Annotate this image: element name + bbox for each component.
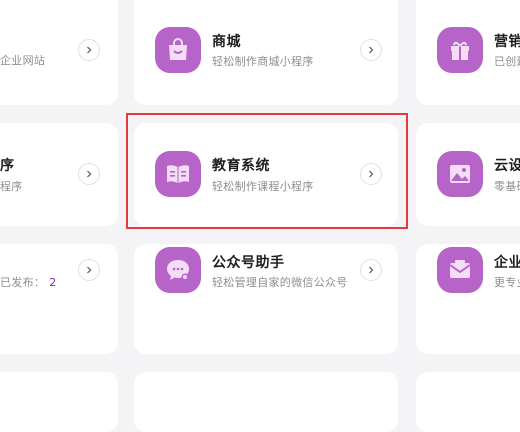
card-left-mid[interactable]: 序 程序 xyxy=(0,123,118,226)
publish-count: 2 xyxy=(49,276,57,289)
chevron-right-icon[interactable] xyxy=(360,39,382,61)
card-subtitle: 轻松制作课程小程序 xyxy=(212,180,314,193)
image-icon xyxy=(437,151,483,197)
card-subtitle: 更专业 xyxy=(494,276,520,289)
card-website[interactable]: 企业网站 xyxy=(0,0,118,105)
chevron-right-icon[interactable] xyxy=(78,163,100,185)
chat-gear-icon xyxy=(155,247,201,293)
card-shop[interactable]: 商城 轻松制作商城小程序 xyxy=(134,0,398,105)
card-title: 企业 xyxy=(494,255,520,271)
card-subtitle: 已发布： 2 xyxy=(0,274,57,290)
card-row4-left[interactable] xyxy=(0,372,118,432)
card-subtitle: 程序 xyxy=(0,180,23,193)
card-subtitle: 轻松管理自家的微信公众号 xyxy=(212,276,348,289)
card-title: 公众号助手 xyxy=(212,255,285,271)
shopping-bag-icon xyxy=(155,27,201,73)
card-marketing[interactable]: 营销 已创建 xyxy=(416,0,520,105)
card-subtitle: 轻松制作商城小程序 xyxy=(212,55,314,68)
card-title: 营销 xyxy=(494,34,520,50)
gift-icon xyxy=(437,27,483,73)
card-row4-middle[interactable] xyxy=(134,372,398,432)
open-book-icon xyxy=(155,151,201,197)
card-enterprise[interactable]: 企业 更专业 xyxy=(416,244,520,354)
chevron-right-icon[interactable] xyxy=(78,39,100,61)
card-subtitle: 企业网站 xyxy=(0,54,46,67)
card-row4-right[interactable] xyxy=(416,372,520,432)
chevron-right-icon[interactable] xyxy=(360,163,382,185)
card-title: 商城 xyxy=(212,34,241,50)
card-title: 云设 xyxy=(494,158,520,174)
card-subtitle: 已创建 xyxy=(494,55,520,68)
card-title: 序 xyxy=(0,158,15,174)
card-subtitle: 零基础 xyxy=(494,180,520,193)
chevron-right-icon[interactable] xyxy=(360,259,382,281)
chevron-right-icon[interactable] xyxy=(78,259,100,281)
card-publish[interactable]: 已发布： 2 xyxy=(0,244,118,354)
card-cloud[interactable]: 云设 零基础 xyxy=(416,123,520,226)
mail-icon xyxy=(437,247,483,293)
card-education[interactable]: 教育系统 轻松制作课程小程序 xyxy=(134,123,398,226)
card-official-account[interactable]: 公众号助手 轻松管理自家的微信公众号 xyxy=(134,244,398,354)
card-title: 教育系统 xyxy=(212,158,270,174)
publish-label: 已发布： xyxy=(0,276,46,289)
